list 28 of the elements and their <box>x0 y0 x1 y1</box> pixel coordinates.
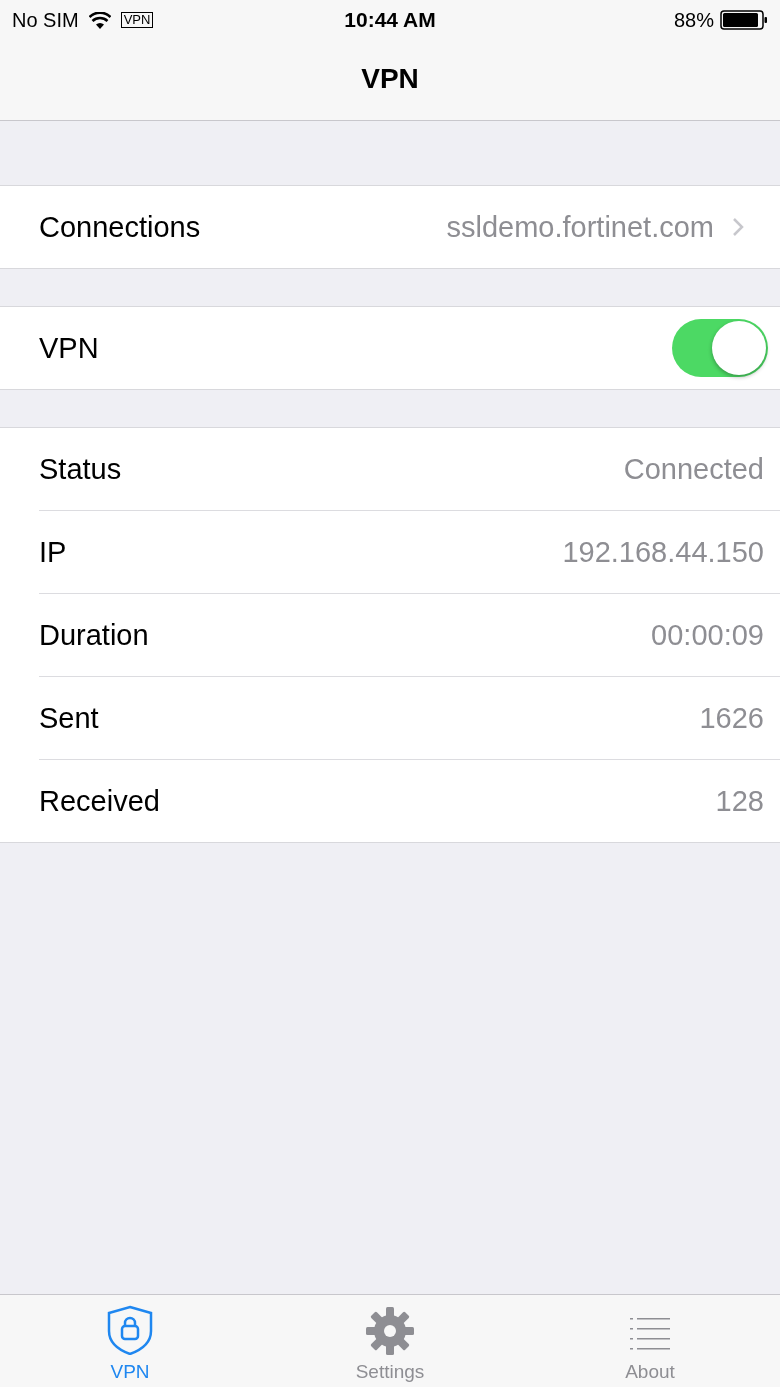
vpn-badge: VPN <box>120 12 154 28</box>
carrier-text: No SIM <box>12 8 79 32</box>
row-label: Connections <box>39 210 202 244</box>
row-label: Received <box>39 784 161 818</box>
toggle-switch[interactable] <box>672 319 768 377</box>
row-value: 00:00:09 <box>651 618 764 652</box>
wifi-icon <box>88 11 111 29</box>
clock-text: 10:44 AM <box>344 8 436 32</box>
row-value: 1626 <box>699 701 764 735</box>
row-value: ssldemo.fortinet.com <box>446 210 714 244</box>
tab-item[interactable]: VPN <box>0 1295 260 1387</box>
row-value: Connected <box>623 452 764 486</box>
nav-title: VPN <box>361 62 419 96</box>
tab-item[interactable]: About <box>520 1295 780 1387</box>
connections-row[interactable]: Connections ssldemo.fortinet.com <box>0 186 780 268</box>
shield-lock-icon <box>107 1305 153 1355</box>
row-label: Status <box>39 452 123 486</box>
row-label: VPN <box>39 331 100 365</box>
battery-percent: 88% <box>673 8 714 32</box>
row-label: IP <box>39 535 68 569</box>
tab-item[interactable]: Settings <box>260 1295 520 1387</box>
chevron-icon <box>732 217 744 237</box>
row-label: Duration <box>39 618 150 652</box>
row-value: 192.168.44.150 <box>562 535 764 569</box>
row-label: Sent <box>39 701 100 735</box>
battery-icon <box>720 10 768 30</box>
row-value: 128 <box>715 784 764 818</box>
settings-icon <box>366 1307 414 1355</box>
